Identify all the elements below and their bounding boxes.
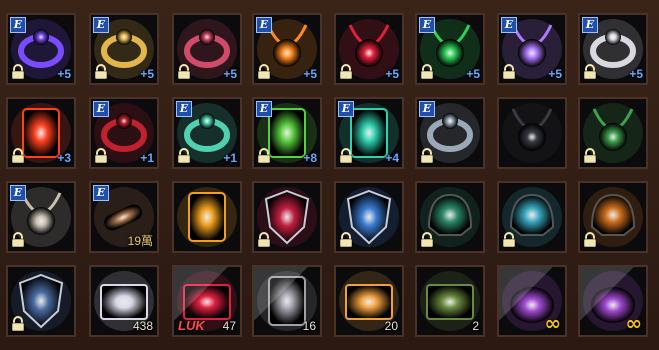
lock-icon (339, 232, 353, 248)
inventory-slot[interactable] (578, 97, 648, 169)
equipped-badge-icon: E (93, 17, 109, 33)
enhance-level: +5 (223, 67, 237, 81)
item-quantity: 47 (222, 319, 236, 333)
lock-icon (257, 64, 271, 80)
enhance-level: +5 (140, 67, 154, 81)
item-quantity: 19萬 (127, 234, 153, 248)
enhance-level: +3 (57, 151, 71, 165)
lock-icon (11, 64, 25, 80)
inventory-slot[interactable]: E +1 (89, 97, 159, 169)
equipped-badge-icon: E (10, 17, 26, 33)
inventory-slot[interactable]: +5 (172, 13, 242, 85)
inventory-slot[interactable] (334, 181, 404, 253)
lock-icon (257, 148, 271, 164)
equipped-badge-icon: E (501, 17, 517, 33)
equipped-badge-icon: E (419, 101, 435, 117)
inventory-grid: E +5 E +5 +5 E +5 +5 E +5 E +5 E +5 +3 E +1 E +1 E +8 E +4 E E E 1… (0, 0, 659, 350)
equipped-badge-icon: E (176, 101, 192, 117)
inventory-slot[interactable]: E +4 (334, 97, 404, 169)
equipped-badge-icon: E (419, 17, 435, 33)
lock-icon (11, 232, 25, 248)
inventory-slot[interactable]: E (415, 97, 485, 169)
gold-tome-icon (177, 187, 237, 247)
inventory-slot[interactable]: E +5 (89, 13, 159, 85)
inventory-slot[interactable]: +3 (6, 97, 76, 169)
lock-icon (257, 232, 271, 248)
lock-icon (583, 232, 597, 248)
inventory-slot[interactable] (172, 181, 242, 253)
item-quantity: 20 (384, 319, 398, 333)
enhance-level: +5 (385, 67, 399, 81)
inventory-slot[interactable]: E (6, 181, 76, 253)
lock-icon (94, 148, 108, 164)
equipped-badge-icon: E (93, 185, 109, 201)
dark-pendant-icon (502, 103, 562, 163)
lock-icon (339, 64, 353, 80)
inventory-slot[interactable] (252, 181, 322, 253)
lock-icon (177, 64, 191, 80)
lock-icon (502, 64, 516, 80)
inventory-slot[interactable]: E +5 (415, 13, 485, 85)
enhance-level: +1 (140, 151, 154, 165)
enhance-level: +5 (548, 67, 562, 81)
lock-icon (11, 148, 25, 164)
equipped-badge-icon: E (256, 101, 272, 117)
inventory-slot[interactable] (6, 265, 76, 337)
lock-icon (94, 64, 108, 80)
inventory-slot[interactable]: E +1 (172, 97, 242, 169)
stat-tag: LUK (178, 318, 205, 333)
lock-icon (339, 148, 353, 164)
inventory-slot[interactable] (578, 181, 648, 253)
inventory-slot[interactable]: E +5 (6, 13, 76, 85)
enhance-level: +5 (303, 67, 317, 81)
inventory-slot[interactable]: 20 (334, 265, 404, 337)
enhance-level: +5 (466, 67, 480, 81)
lock-icon (502, 232, 516, 248)
enhance-level: +1 (223, 151, 237, 165)
item-quantity: 438 (132, 319, 153, 333)
inventory-slot[interactable] (497, 97, 567, 169)
enhance-level: +5 (57, 67, 71, 81)
inventory-slot[interactable]: 2 (415, 265, 485, 337)
lock-icon (11, 316, 25, 332)
equipped-badge-icon: E (10, 185, 26, 201)
equipped-badge-icon: E (338, 101, 354, 117)
enhance-level: +8 (303, 151, 317, 165)
inventory-slot[interactable]: E +5 (578, 13, 648, 85)
inventory-slot[interactable]: +5 (334, 13, 404, 85)
enhance-level: +4 (385, 151, 399, 165)
inventory-slot[interactable]: E +5 (497, 13, 567, 85)
inventory-slot[interactable]: ∞ (497, 265, 567, 337)
item-quantity: 16 (302, 319, 316, 333)
inventory-slot[interactable]: E 19萬 (89, 181, 159, 253)
inventory-slot[interactable]: LUK 47 (172, 265, 242, 337)
infinite-quantity-icon: ∞ (544, 311, 561, 335)
inventory-slot[interactable] (497, 181, 567, 253)
enhance-level: +5 (629, 67, 643, 81)
inventory-slot[interactable] (415, 181, 485, 253)
lock-icon (420, 64, 434, 80)
equipped-badge-icon: E (256, 17, 272, 33)
item-quantity: 2 (472, 319, 479, 333)
inventory-slot[interactable]: E +5 (252, 13, 322, 85)
lock-icon (420, 232, 434, 248)
lock-icon (583, 64, 597, 80)
infinite-quantity-icon: ∞ (625, 311, 642, 335)
inventory-slot[interactable]: ∞ (578, 265, 648, 337)
inventory-slot[interactable]: 438 (89, 265, 159, 337)
lock-icon (583, 148, 597, 164)
equipped-badge-icon: E (93, 101, 109, 117)
lock-icon (420, 148, 434, 164)
inventory-slot[interactable]: 16 (252, 265, 322, 337)
lock-icon (177, 148, 191, 164)
equipped-badge-icon: E (582, 17, 598, 33)
inventory-slot[interactable]: E +8 (252, 97, 322, 169)
